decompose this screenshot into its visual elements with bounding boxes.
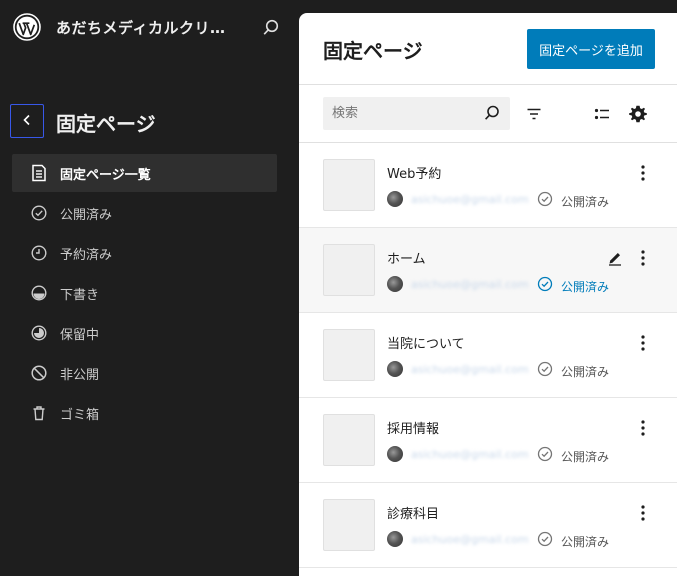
sidebar-item-drafts[interactable]: 下書き: [12, 274, 277, 312]
sidebar-nav: 固定ページ一覧 公開済み 予約済み 下書き 保留中 非公開 ゴミ箱: [12, 154, 277, 434]
published-icon: [537, 531, 553, 551]
page-meta: asichuoe@gmail.com 公開済み: [387, 191, 609, 209]
status-badge: 公開済み: [537, 191, 609, 211]
pages-icon: [28, 162, 50, 184]
sidebar-item-pending[interactable]: 保留中: [12, 314, 277, 352]
more-options-icon[interactable]: [633, 248, 653, 268]
status-badge: 公開済み: [537, 531, 609, 551]
trash-icon: [28, 402, 50, 424]
sidebar-item-label: 予約済み: [60, 247, 113, 263]
avatar: [387, 446, 403, 462]
sidebar-item-label: 下書き: [60, 287, 100, 303]
pages-list: Web予約 asichuoe@gmail.com 公開済み ホーム asichu…: [299, 143, 677, 568]
search-icon[interactable]: [483, 104, 501, 126]
sidebar-item-all-pages[interactable]: 固定ページ一覧: [12, 154, 277, 192]
sidebar-item-label: 固定ページ一覧: [60, 167, 151, 183]
sidebar-item-scheduled[interactable]: 予約済み: [12, 234, 277, 272]
page-thumbnail[interactable]: [323, 159, 375, 211]
avatar: [387, 276, 403, 292]
avatar: [387, 361, 403, 377]
add-page-button[interactable]: 固定ページを追加: [527, 29, 655, 69]
site-title[interactable]: あだちメディカルクリ…: [56, 17, 225, 38]
toolbar: [299, 85, 677, 143]
author-email: asichuoe@gmail.com: [411, 362, 529, 376]
author-email: asichuoe@gmail.com: [411, 447, 529, 461]
sidebar-item-private[interactable]: 非公開: [12, 354, 277, 392]
settings-gear-icon[interactable]: [627, 103, 649, 125]
author-email: asichuoe@gmail.com: [411, 532, 529, 546]
scheduled-icon: [28, 242, 50, 264]
wordpress-logo-icon[interactable]: [13, 13, 41, 41]
page-title: 固定ページ: [323, 39, 423, 63]
search-input[interactable]: [323, 97, 473, 130]
status-badge: 公開済み: [537, 276, 609, 296]
status-badge: 公開済み: [537, 361, 609, 381]
page-meta: asichuoe@gmail.com 公開済み: [387, 361, 609, 379]
site-header: あだちメディカルクリ…: [0, 0, 299, 56]
published-icon: [28, 202, 50, 224]
status-badge: 公開済み: [537, 446, 609, 466]
back-button[interactable]: [10, 104, 44, 138]
main-header: 固定ページ 固定ページを追加: [299, 13, 677, 85]
avatar: [387, 531, 403, 547]
page-meta: asichuoe@gmail.com 公開済み: [387, 446, 609, 464]
status-label: 公開済み: [561, 364, 610, 379]
status-label: 公開済み: [561, 534, 610, 549]
page-title-link[interactable]: 採用情報: [387, 418, 439, 437]
status-label: 公開済み: [561, 449, 610, 464]
pending-icon: [28, 322, 50, 344]
main-panel: 固定ページ 固定ページを追加 検索 Web予約 asichuoe@gmail.c…: [299, 13, 677, 576]
more-options-icon[interactable]: [633, 503, 653, 523]
author-email: asichuoe@gmail.com: [411, 277, 529, 291]
edit-pencil-icon[interactable]: [605, 248, 625, 268]
page-row[interactable]: Web予約 asichuoe@gmail.com 公開済み: [299, 143, 677, 228]
sidebar: あだちメディカルクリ… 固定ページ 固定ページ一覧 公開済み 予約済み 下書き …: [0, 0, 299, 576]
page-title-link[interactable]: 当院について: [387, 333, 465, 352]
sidebar-item-label: ゴミ箱: [60, 407, 100, 423]
published-icon: [537, 191, 553, 211]
sidebar-title: 固定ページ: [56, 112, 156, 136]
page-row[interactable]: 診療科目 asichuoe@gmail.com 公開済み: [299, 483, 677, 568]
page-meta: asichuoe@gmail.com 公開済み: [387, 531, 609, 549]
page-row[interactable]: 採用情報 asichuoe@gmail.com 公開済み: [299, 398, 677, 483]
page-row[interactable]: 当院について asichuoe@gmail.com 公開済み: [299, 313, 677, 398]
more-options-icon[interactable]: [633, 163, 653, 183]
page-thumbnail[interactable]: [323, 329, 375, 381]
filter-icon[interactable]: [523, 103, 545, 125]
page-title-link[interactable]: 診療科目: [387, 503, 439, 522]
avatar: [387, 191, 403, 207]
list-view-icon[interactable]: [591, 103, 613, 125]
page-thumbnail[interactable]: [323, 499, 375, 551]
page-title-link[interactable]: ホーム: [387, 248, 426, 267]
more-options-icon[interactable]: [633, 418, 653, 438]
more-options-icon[interactable]: [633, 333, 653, 353]
page-row[interactable]: ホーム asichuoe@gmail.com 公開済み: [299, 228, 677, 313]
page-meta: asichuoe@gmail.com 公開済み: [387, 276, 609, 294]
author-email: asichuoe@gmail.com: [411, 192, 529, 206]
search-box: [323, 97, 510, 130]
search-icon[interactable]: [261, 18, 281, 38]
page-thumbnail[interactable]: [323, 244, 375, 296]
sidebar-item-label: 非公開: [60, 367, 100, 383]
sidebar-item-published[interactable]: 公開済み: [12, 194, 277, 232]
sidebar-item-trash[interactable]: ゴミ箱: [12, 394, 277, 432]
draft-icon: [28, 282, 50, 304]
private-icon: [28, 362, 50, 384]
chevron-left-icon: [20, 112, 34, 131]
status-label: 公開済み: [561, 279, 610, 294]
published-icon: [537, 276, 553, 296]
sidebar-item-label: 公開済み: [60, 207, 113, 223]
published-icon: [537, 361, 553, 381]
status-label: 公開済み: [561, 194, 610, 209]
page-thumbnail[interactable]: [323, 414, 375, 466]
sidebar-item-label: 保留中: [60, 327, 100, 343]
page-title-link[interactable]: Web予約: [387, 163, 441, 182]
published-icon: [537, 446, 553, 466]
